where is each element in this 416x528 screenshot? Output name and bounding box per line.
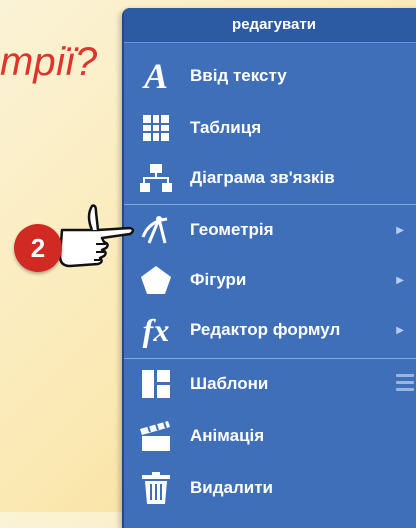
menu-item-label: Геометрія <box>190 220 274 239</box>
menu-item-diagram[interactable]: Діаграма зв'язків <box>124 154 416 202</box>
submenu-arrow-icon: ▶ <box>396 224 404 236</box>
compass-icon <box>136 210 176 250</box>
menu-item-label: Шаблони <box>190 374 269 393</box>
pentagon-icon <box>136 260 176 300</box>
menu-item-label: Анімація <box>190 426 265 445</box>
clapperboard-icon <box>136 416 176 456</box>
submenu-arrow-icon: ▶ <box>396 324 404 336</box>
pointing-hand-icon <box>52 200 136 279</box>
menu-item-geometry[interactable]: Геометрія ▶ <box>124 206 416 254</box>
menu-item-templates[interactable]: Шаблони <box>124 360 416 408</box>
step-number-badge: 2 <box>14 224 62 272</box>
trash-icon <box>136 468 176 508</box>
submenu-arrow-icon: ▶ <box>396 274 404 286</box>
table-grid-icon <box>136 108 176 148</box>
menu-item-label: Видалити <box>190 478 273 497</box>
menu-item-text-input[interactable]: A Ввід тексту <box>124 52 416 100</box>
menu-item-formula-editor[interactable]: fx Редактор формул ▶ <box>124 306 416 354</box>
menu-divider <box>124 204 416 205</box>
menu-item-label: Таблиця <box>190 118 262 137</box>
menu-item-label: Ввід тексту <box>190 66 287 85</box>
menu-item-table[interactable]: Таблиця <box>124 104 416 152</box>
menu-item-shapes[interactable]: Фігури ▶ <box>124 256 416 304</box>
background-question-text: трії? <box>0 40 98 84</box>
text-a-icon: A <box>143 56 168 96</box>
menu-item-label: Редактор формул <box>190 320 341 339</box>
fx-icon: fx <box>142 311 170 348</box>
templates-icon <box>136 364 176 404</box>
drag-handle-icon[interactable] <box>396 374 414 395</box>
menu-item-label: Фігури <box>190 270 247 289</box>
menu-divider <box>124 358 416 359</box>
diagram-icon <box>136 158 176 198</box>
edit-menu: редагувати A Ввід тексту Таблиця Діаграм… <box>122 8 416 528</box>
menu-item-delete[interactable]: Видалити <box>124 464 416 512</box>
menu-header: редагувати <box>124 8 416 43</box>
menu-item-label: Діаграма зв'язків <box>190 168 335 187</box>
menu-item-animation[interactable]: Анімація <box>124 412 416 460</box>
